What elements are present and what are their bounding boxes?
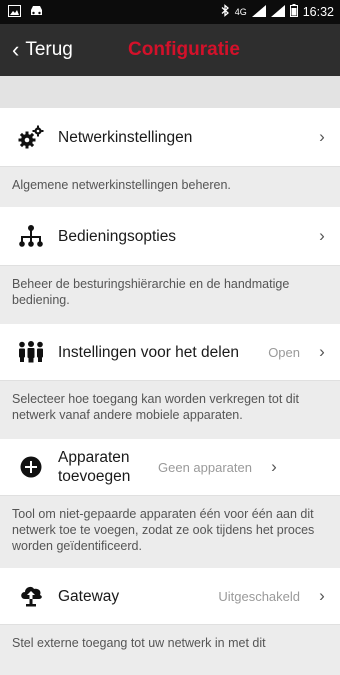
chevron-right-icon: › [319, 226, 325, 245]
chevron-right-icon: › [319, 586, 325, 605]
settings-row-control[interactable]: Bedieningsopties › [0, 207, 340, 266]
settings-row-gateway[interactable]: Gateway Uitgeschakeld › [0, 568, 340, 625]
gallery-notification-icon [8, 4, 21, 20]
row-label: Instellingen voor het delen [58, 343, 239, 361]
signal-icon [251, 4, 266, 20]
bluetooth-icon [221, 4, 230, 20]
network-type: 4G [234, 7, 247, 17]
chevron-right-icon: › [319, 342, 325, 361]
row-label: Bedieningsopties [58, 227, 177, 245]
row-description: Beheer de besturingshiërarchie en de han… [0, 266, 340, 324]
row-description: Selecteer hoe toegang kan worden verkreg… [0, 381, 340, 439]
row-label: Netwerkinstellingen [58, 128, 193, 146]
row-label: Gateway [58, 587, 120, 605]
settings-row-network[interactable]: Netwerkinstellingen › [0, 108, 340, 167]
chevron-left-icon: ‹ [12, 37, 20, 62]
row-label: Apparaten toevoegen [58, 449, 131, 485]
row-description: Stel externe toegang tot uw netwerk in m… [0, 625, 340, 675]
people-share-icon [18, 339, 44, 365]
status-bar: 4G 16:32 [0, 0, 340, 24]
gears-icon [18, 124, 44, 150]
row-description: Algemene netwerkinstellingen beheren. [0, 167, 340, 207]
battery-icon [289, 4, 298, 20]
row-value: Geen apparaten [158, 459, 252, 475]
app-toolbar: ‹ Terug Configuratie [0, 24, 340, 76]
hierarchy-icon [18, 223, 44, 249]
clock: 16:32 [302, 5, 334, 19]
section-spacer [0, 76, 340, 108]
add-circle-icon [18, 454, 44, 480]
back-label: Terug [25, 39, 73, 60]
row-description: Tool om niet-gepaarde apparaten één voor… [0, 496, 340, 568]
row-value: Open [268, 344, 300, 360]
row-value: Uitgeschakeld [218, 588, 300, 604]
chevron-right-icon: › [271, 457, 277, 476]
signal-icon-2 [270, 4, 285, 20]
back-button[interactable]: ‹ Terug [0, 39, 73, 61]
settings-row-add-devices[interactable]: Apparaten toevoegen Geen apparaten › [0, 439, 340, 496]
page-title: Configuratie [128, 39, 240, 60]
cloud-gateway-icon [18, 583, 44, 609]
settings-row-sharing[interactable]: Instellingen voor het delen Open › [0, 324, 340, 381]
car-notification-icon [29, 5, 44, 20]
chevron-right-icon: › [319, 127, 325, 146]
